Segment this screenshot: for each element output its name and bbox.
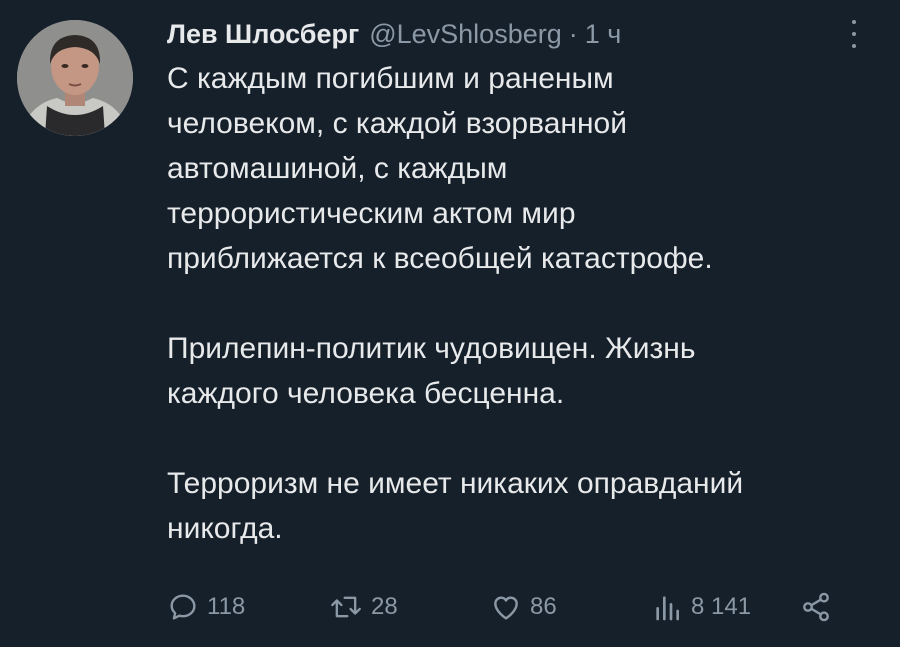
dot-1 [852,20,856,24]
reply-icon [170,594,196,620]
tweet-paragraph: С каждым погибшим и раненым человеком, с… [167,56,867,281]
tweet-paragraph: Терроризм не имеет никаких оправданий ни… [167,461,867,551]
author-handle[interactable]: @LevShlosberg [369,19,562,50]
tweet-line: С каждым погибшим и раненым [167,62,614,95]
share-icon [803,592,829,622]
reply-count: 118 [207,593,246,620]
views-count: 8 141 [691,593,752,620]
heart-icon [494,596,518,620]
tweet-line: приближается к всеобщей катастрофе. [167,242,713,275]
tweet-line: автомашиной, с каждым [167,152,508,185]
tweet-card: Лев Шлосберг @LevShlosberg · 1 ч С кажды… [0,0,900,647]
dot-2 [852,32,856,36]
retweet-count: 28 [371,593,398,620]
tweet-line: каждого человека бесценна. [167,377,565,410]
tweet-line: Прилепин-политик чудовищен. Жизнь [167,332,696,365]
views-bar-icon [656,596,679,621]
like-count: 86 [530,593,557,620]
action-bar: 118 28 86 8 141 [167,585,847,629]
avatar[interactable] [17,20,133,136]
share-button[interactable] [800,585,840,629]
tweet-line: человеком, с каждой взорванной [167,107,627,140]
separator-dot: · [568,18,578,49]
tweet-line: Терроризм не имеет никаких оправданий [167,467,744,500]
tweet-header: Лев Шлосберг @LevShlosberg · 1 ч [167,16,621,52]
tweet-text: С каждым погибшим и раненым человеком, с… [167,56,867,551]
tweet-line: никогда. [167,512,283,545]
retweet-button[interactable]: 28 [329,585,398,629]
tweet-paragraph: Прилепин-политик чудовищен. Жизнь каждог… [167,326,867,416]
tweet-line: террористическим актом мир [167,197,576,230]
like-button[interactable]: 86 [490,585,557,629]
post-time[interactable]: 1 ч [585,19,622,50]
dot-3 [852,44,856,48]
views-button[interactable]: 8 141 [651,585,751,629]
reply-button[interactable]: 118 [167,585,245,629]
more-vertical-icon[interactable] [842,18,866,50]
author-name[interactable]: Лев Шлосберг [167,19,359,50]
retweet-icon [331,596,361,618]
